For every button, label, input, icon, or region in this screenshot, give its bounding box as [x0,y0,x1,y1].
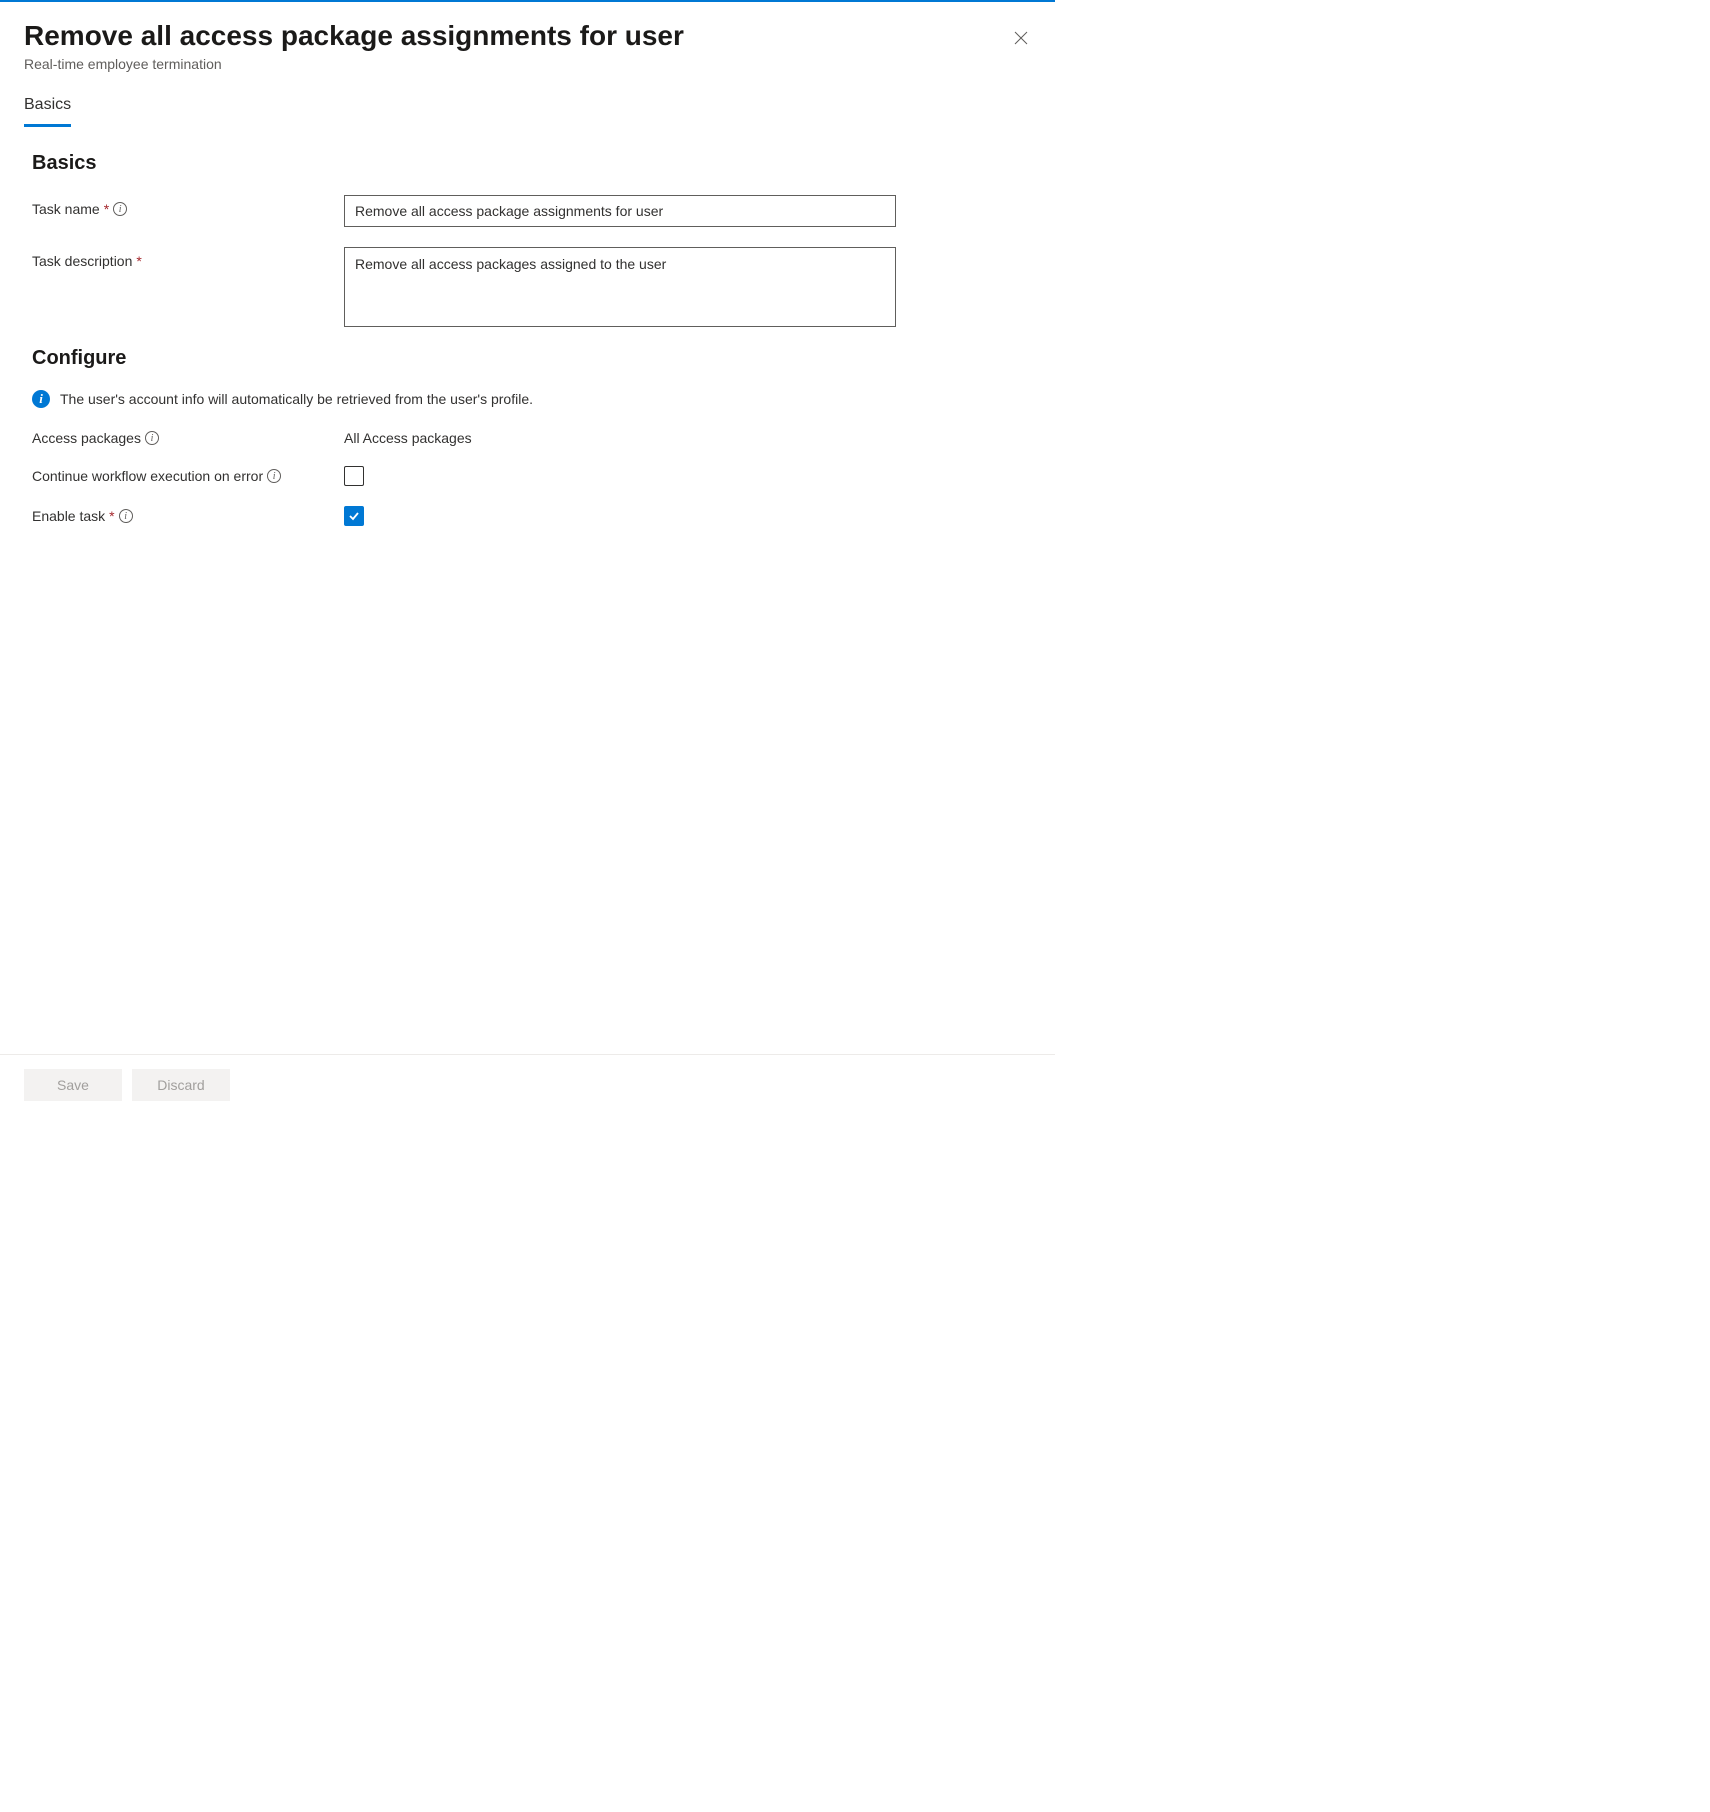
required-marker: * [136,253,141,269]
required-marker: * [109,508,114,524]
section-heading-configure: Configure [32,347,1031,370]
field-continue-on-error: Continue workflow execution on error i [32,466,1031,486]
field-task-description: Task description * [32,247,1031,327]
field-enable-task: Enable task * i [32,506,1031,526]
task-name-input[interactable] [344,195,896,227]
info-icon[interactable]: i [267,469,281,483]
panel-subtitle: Real-time employee termination [24,56,1031,72]
panel-footer: Save Discard [0,1054,1055,1115]
tabs: Basics [24,96,1031,128]
check-icon [348,510,360,522]
panel-title: Remove all access package assignments fo… [24,20,1031,52]
info-banner-icon: i [32,390,50,408]
info-banner: i The user's account info will automatic… [32,390,1031,408]
discard-button[interactable]: Discard [132,1069,230,1101]
task-description-label: Task description * [32,247,344,269]
info-icon[interactable]: i [113,202,127,216]
enable-task-label: Enable task * i [32,508,344,524]
task-name-label-text: Task name [32,201,100,217]
continue-on-error-checkbox[interactable] [344,466,364,486]
field-task-name: Task name * i [32,195,1031,227]
field-access-packages: Access packages i All Access packages [32,430,1031,446]
access-packages-label: Access packages i [32,430,344,446]
access-packages-label-text: Access packages [32,430,141,446]
close-icon [1014,31,1028,45]
task-name-label: Task name * i [32,195,344,217]
info-banner-text: The user's account info will automatical… [60,391,533,407]
continue-on-error-label: Continue workflow execution on error i [32,468,344,484]
info-icon[interactable]: i [119,509,133,523]
enable-task-label-text: Enable task [32,508,105,524]
tab-basics[interactable]: Basics [24,96,71,127]
continue-on-error-label-text: Continue workflow execution on error [32,468,263,484]
panel-header: Remove all access package assignments fo… [24,20,1031,96]
task-config-panel: Remove all access package assignments fo… [0,0,1055,1115]
task-description-input[interactable] [344,247,896,327]
spacer [24,546,1031,1054]
required-marker: * [104,201,109,217]
close-button[interactable] [1011,28,1031,48]
save-button[interactable]: Save [24,1069,122,1101]
section-heading-basics: Basics [32,152,1031,175]
task-description-label-text: Task description [32,253,132,269]
access-packages-value: All Access packages [344,430,472,446]
info-icon[interactable]: i [145,431,159,445]
enable-task-checkbox[interactable] [344,506,364,526]
